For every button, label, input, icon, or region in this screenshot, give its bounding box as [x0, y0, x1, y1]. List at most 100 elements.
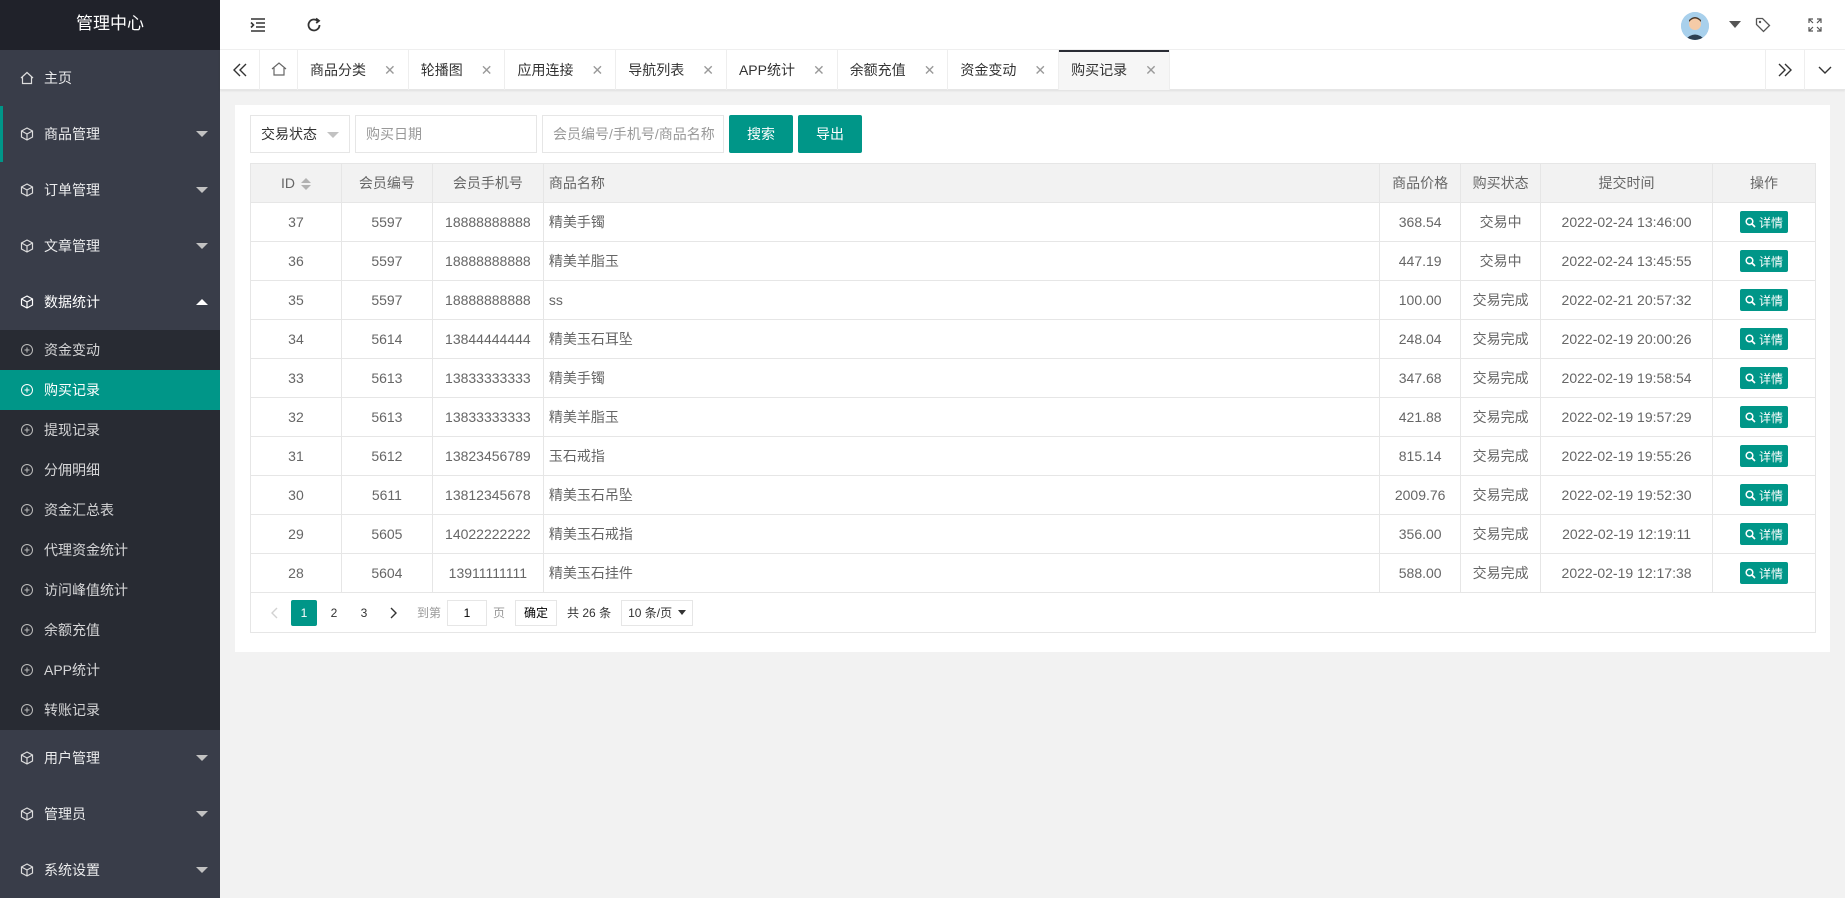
detail-button[interactable]: 详情 — [1739, 484, 1788, 506]
refresh-icon[interactable] — [294, 0, 334, 50]
cell-status: 交易完成 — [1460, 280, 1542, 320]
sidebar-subitem-withdrawals[interactable]: 提现记录 — [0, 410, 220, 450]
sidebar-item-settings[interactable]: 系统设置 — [0, 842, 220, 898]
tab-product-categories[interactable]: 商品分类 ✕ — [298, 50, 409, 90]
goto-page-input[interactable] — [447, 599, 488, 626]
tab-recharge[interactable]: 余额充值 ✕ — [838, 50, 949, 90]
fullscreen-icon[interactable] — [1795, 0, 1835, 50]
sidebar-subitem-label: 代理资金统计 — [44, 542, 128, 558]
tab-nav-list[interactable]: 导航列表 ✕ — [616, 50, 727, 90]
detail-button[interactable]: 详情 — [1739, 406, 1788, 428]
cell-status: 交易完成 — [1460, 319, 1542, 359]
tab-label: 应用连接 — [517, 62, 574, 78]
cell-time: 2022-02-19 12:17:38 — [1540, 553, 1713, 593]
sidebar-subitem-recharge[interactable]: 余额充值 — [0, 610, 220, 650]
goto-confirm-button[interactable]: 确定 — [515, 599, 558, 626]
cell-phone: 13812345678 — [431, 475, 544, 515]
sidebar-subitem-peak-visits[interactable]: 访问峰值统计 — [0, 570, 220, 610]
cell-price: 421.88 — [1379, 397, 1462, 437]
detail-button[interactable]: 详情 — [1739, 289, 1788, 311]
status-select[interactable]: 交易状态 — [250, 115, 350, 153]
page-2[interactable]: 2 — [321, 600, 347, 626]
tab-fund-changes[interactable]: 资金变动 ✕ — [948, 50, 1060, 90]
sidebar-item-products[interactable]: 商品管理 — [0, 106, 220, 162]
detail-button[interactable]: 详情 — [1739, 445, 1788, 467]
detail-button[interactable]: 详情 — [1739, 328, 1788, 350]
table-body: 37 5597 18888888888 精美手镯 368.54 交易中 2022-02-24… — [250, 202, 1816, 593]
detail-button[interactable]: 详情 — [1739, 562, 1788, 584]
page-3[interactable]: 3 — [351, 600, 377, 626]
close-icon[interactable]: ✕ — [813, 62, 825, 79]
detail-button[interactable]: 详情 — [1739, 367, 1788, 389]
detail-label: 详情 — [1758, 254, 1783, 269]
table-row: 35 5597 18888888888 ss 100.00 交易完成 2022-02-21 … — [250, 280, 1816, 320]
sidebar-item-articles[interactable]: 文章管理 — [0, 218, 220, 274]
close-icon[interactable]: ✕ — [1034, 62, 1046, 79]
cell-status: 交易完成 — [1460, 514, 1542, 554]
sort-icon[interactable] — [300, 178, 311, 191]
table-row: 37 5597 18888888888 精美手镯 368.54 交易中 2022-02-24… — [250, 202, 1816, 242]
prev-page-chevron-left-icon[interactable] — [261, 600, 287, 626]
sidebar-item-users[interactable]: 用户管理 — [0, 730, 220, 786]
cell-member: 5597 — [340, 241, 433, 281]
close-icon[interactable]: ✕ — [702, 62, 714, 79]
plus-circle-icon — [20, 343, 34, 357]
tab-app-links[interactable]: 应用连接 ✕ — [505, 50, 617, 90]
column-header-id[interactable]: ID — [250, 163, 342, 203]
tab-label: 余额充值 — [849, 62, 906, 78]
sidebar-subitem-agent-funds[interactable]: 代理资金统计 — [0, 530, 220, 570]
page-size-select[interactable]: 10 条/页 — [621, 599, 694, 626]
close-icon[interactable]: ✕ — [1145, 62, 1157, 79]
table-header-row: ID 会员编号 会员手机号 商品名称 商品价格 购买状态 提交时间 操作 — [250, 163, 1816, 203]
next-page-chevron-right-icon[interactable] — [381, 600, 407, 626]
sidebar-subitem-label: 资金汇总表 — [44, 502, 114, 518]
sidebar-item-orders[interactable]: 订单管理 — [0, 162, 220, 218]
detail-button[interactable]: 详情 — [1739, 523, 1788, 545]
cell-actions: 详情 — [1712, 436, 1816, 476]
close-icon[interactable]: ✕ — [384, 62, 396, 79]
sidebar-subitem-transfers[interactable]: 转账记录 — [0, 690, 220, 730]
tabs-menu-chevron-down-icon[interactable] — [1805, 50, 1845, 90]
cell-member: 5612 — [340, 436, 433, 476]
purchase-date-input[interactable] — [355, 115, 537, 153]
detail-label: 详情 — [1758, 566, 1783, 581]
close-icon[interactable]: ✕ — [924, 62, 936, 79]
close-icon[interactable]: ✕ — [591, 62, 603, 79]
tab-carousel[interactable]: 轮播图 ✕ — [409, 50, 506, 90]
menu-toggle-icon[interactable] — [238, 0, 278, 50]
tabs-scroll-left-icon[interactable] — [220, 50, 260, 90]
sidebar-item-home[interactable]: 主页 — [0, 50, 220, 106]
tab-purchase-records[interactable]: 购买记录 ✕ — [1059, 50, 1170, 90]
total-count: 共 26 条 — [567, 606, 612, 620]
page-1[interactable]: 1 — [291, 599, 317, 626]
sidebar-subitem-fund-changes[interactable]: 资金变动 — [0, 330, 220, 370]
table-row: 30 5611 13812345678 精美玉石吊坠 2009.76 交易完成 2022-0… — [250, 475, 1816, 515]
sidebar-subitem-fund-summary[interactable]: 资金汇总表 — [0, 490, 220, 530]
plus-circle-icon — [20, 503, 34, 517]
export-button[interactable]: 导出 — [798, 115, 862, 153]
detail-button[interactable]: 详情 — [1739, 211, 1788, 233]
goto-label: 到第 — [417, 606, 442, 620]
page-size-value: 10 条/页 — [628, 606, 673, 620]
sidebar-subitem-purchase-records[interactable]: 购买记录 — [0, 370, 220, 410]
sidebar-subitem-commission[interactable]: 分佣明细 — [0, 450, 220, 490]
cell-price: 356.00 — [1379, 514, 1462, 554]
chevron-up-icon — [196, 299, 208, 305]
tab-app-stats[interactable]: APP统计 ✕ — [727, 50, 838, 90]
cell-member: 5613 — [340, 397, 433, 437]
detail-button[interactable]: 详情 — [1739, 250, 1788, 272]
sidebar-item-statistics[interactable]: 数据统计 — [0, 274, 220, 330]
close-icon[interactable]: ✕ — [481, 62, 493, 79]
avatar[interactable] — [1681, 12, 1709, 40]
tabs-scroll-right-icon[interactable] — [1765, 50, 1805, 90]
sidebar-subitem-app-stats[interactable]: APP统计 — [0, 650, 220, 690]
tag-icon[interactable] — [1743, 0, 1783, 50]
tab-home[interactable] — [260, 50, 298, 90]
plus-circle-icon — [20, 543, 34, 557]
cell-id: 34 — [250, 319, 342, 359]
cell-actions: 详情 — [1712, 202, 1816, 242]
cell-member: 5613 — [340, 358, 433, 398]
sidebar-item-admins[interactable]: 管理员 — [0, 786, 220, 842]
keyword-input[interactable] — [542, 115, 724, 153]
search-button[interactable]: 搜索 — [729, 115, 793, 153]
